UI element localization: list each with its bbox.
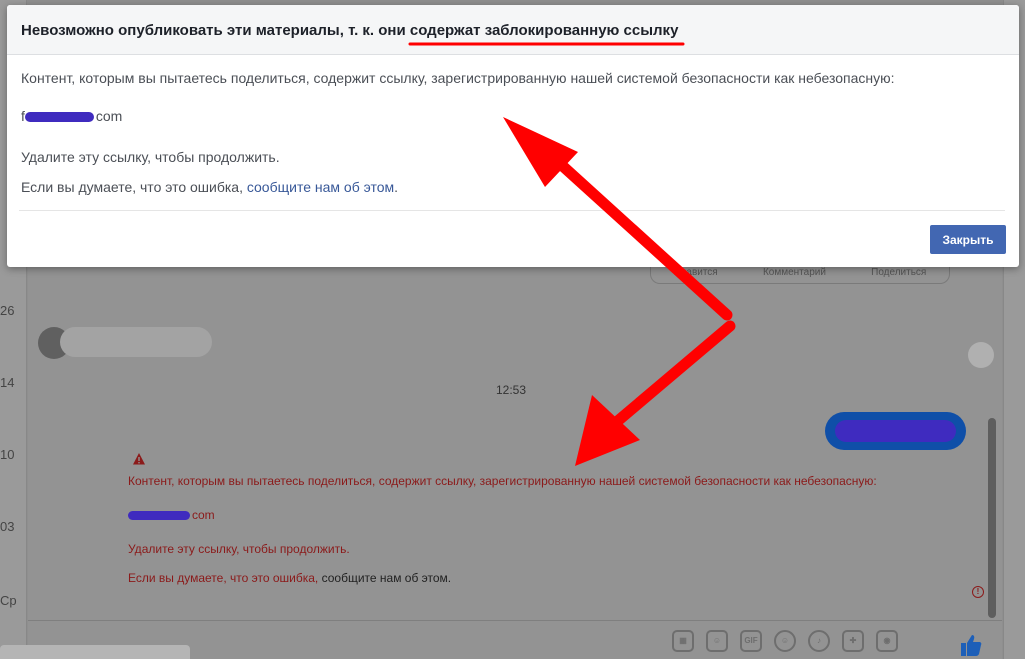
message-reaction-button[interactable] bbox=[968, 342, 994, 368]
message-timestamp: 12:53 bbox=[496, 383, 527, 397]
thumbs-up-icon[interactable] bbox=[958, 632, 984, 658]
left-strip-label: 26 bbox=[0, 303, 15, 318]
chat-scrollbar[interactable] bbox=[988, 418, 996, 618]
bottom-tab[interactable] bbox=[0, 645, 190, 659]
close-button[interactable]: Закрыть bbox=[930, 225, 1006, 254]
emoji-icon[interactable]: ☺ bbox=[774, 630, 796, 652]
dialog-divider bbox=[19, 210, 1005, 211]
camera-icon[interactable]: ◉ bbox=[876, 630, 898, 652]
chat-panel bbox=[28, 260, 1002, 659]
warning-icon bbox=[133, 453, 145, 465]
blocked-link: f com bbox=[21, 108, 123, 124]
chat-error-report-line: Если вы думаете, что это ошибка, сообщит… bbox=[128, 571, 452, 585]
gif-icon[interactable]: GIF bbox=[740, 630, 762, 652]
share-action[interactable]: Поделиться bbox=[871, 267, 926, 278]
dialog-message: Контент, которым вы пытаетесь поделиться… bbox=[21, 70, 895, 86]
left-strip-label: 03 bbox=[0, 519, 15, 534]
sticker-icon[interactable]: ☺ bbox=[706, 630, 728, 652]
dialog-title: Невозможно опубликовать эти материалы, т… bbox=[21, 22, 679, 39]
gamepad-icon[interactable]: ✚ bbox=[842, 630, 864, 652]
image-icon[interactable]: ▦ bbox=[672, 630, 694, 652]
chat-error-message: Контент, которым вы пытаетесь поделиться… bbox=[128, 474, 877, 488]
left-strip-label: 14 bbox=[0, 375, 15, 390]
error-info-icon[interactable]: ! bbox=[972, 586, 984, 598]
redacted-text bbox=[835, 420, 956, 442]
chat-report-link[interactable]: сообщите нам об этом. bbox=[322, 571, 452, 585]
incoming-message-bubble bbox=[60, 327, 212, 357]
dialog-remove-text: Удалите эту ссылку, чтобы продолжить. bbox=[21, 149, 280, 165]
left-strip-label: 10 bbox=[0, 447, 15, 462]
comment-action[interactable]: Комментарий bbox=[763, 267, 826, 278]
blocked-link-dialog: Невозможно опубликовать эти материалы, т… bbox=[7, 5, 1019, 267]
outgoing-message-bubble[interactable] bbox=[825, 412, 966, 450]
report-link[interactable]: сообщите нам об этом bbox=[247, 179, 394, 195]
redacted-link bbox=[24, 112, 94, 123]
composer-toolbar: ▦ ☺ GIF ☺ ♪ ✚ ◉ bbox=[672, 630, 898, 652]
chat-error-remove-text: Удалите эту ссылку, чтобы продолжить. bbox=[128, 542, 350, 556]
dialog-header: Невозможно опубликовать эти материалы, т… bbox=[7, 5, 1019, 55]
microphone-icon[interactable]: ♪ bbox=[808, 630, 830, 652]
like-action[interactable]: Нравится bbox=[674, 267, 718, 278]
chat-error-link: com bbox=[128, 508, 215, 522]
dialog-report-line: Если вы думаете, что это ошибка, сообщит… bbox=[21, 179, 398, 195]
redacted-link bbox=[128, 511, 190, 521]
left-strip-label: Ср bbox=[0, 593, 17, 608]
